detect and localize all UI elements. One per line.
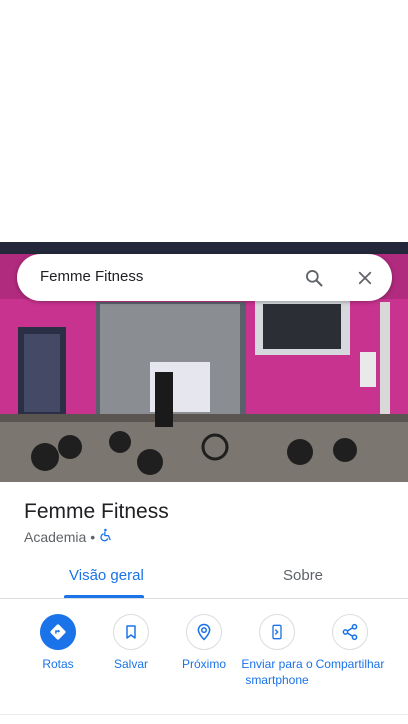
search-bar[interactable]: Femme Fitness	[17, 254, 392, 301]
directions-label: Rotas	[42, 657, 74, 671]
nearby-icon	[186, 614, 222, 650]
nearby-label: Próximo	[181, 657, 226, 671]
save-label: Salvar	[113, 657, 148, 671]
directions-button[interactable]: Rotas	[19, 614, 97, 672]
place-screen: Femme Fitness Femme Fitness Academia • V…	[0, 0, 408, 724]
tab-active-indicator	[64, 595, 144, 598]
search-icon[interactable]	[301, 265, 327, 291]
close-icon[interactable]	[352, 265, 378, 291]
directions-icon	[40, 614, 76, 650]
share-icon	[332, 614, 368, 650]
search-input[interactable]: Femme Fitness	[40, 268, 143, 285]
place-title: Femme Fitness	[24, 500, 169, 523]
send-to-phone-button[interactable]: Enviar para o smartphone	[238, 614, 316, 688]
action-row: Rotas Salvar Próximo Enviar para o smart…	[0, 614, 408, 710]
place-category-row: Academia •	[24, 528, 113, 545]
tab-bar: Visão geral Sobre	[0, 556, 408, 599]
send-to-phone-label: Enviar para o smartphone	[241, 657, 313, 687]
send-to-phone-icon	[259, 614, 295, 650]
place-category: Academia	[24, 528, 87, 545]
save-button[interactable]: Salvar	[92, 614, 170, 672]
tab-overview[interactable]: Visão geral	[69, 567, 144, 584]
bookmark-icon	[113, 614, 149, 650]
wheelchair-icon	[99, 528, 113, 545]
separator-dot: •	[90, 528, 96, 545]
tab-about[interactable]: Sobre	[283, 567, 323, 584]
nearby-button[interactable]: Próximo	[165, 614, 243, 672]
share-label: Compartilhar	[315, 657, 385, 671]
share-button[interactable]: Compartilhar	[311, 614, 389, 672]
divider	[0, 714, 408, 715]
